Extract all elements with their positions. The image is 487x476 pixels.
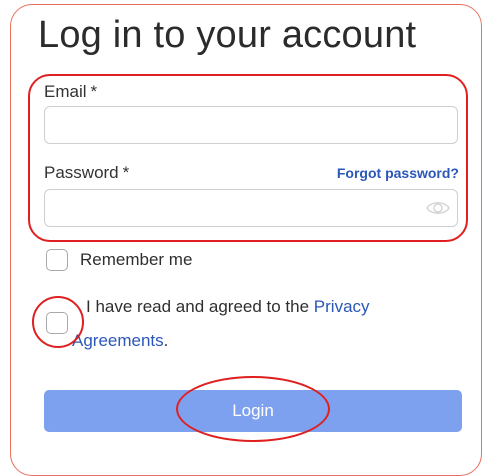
remember-me-checkbox[interactable] (46, 249, 68, 271)
page-title: Log in to your account (38, 14, 417, 56)
privacy-agreements-link-cont[interactable]: Agreements (72, 331, 164, 350)
login-label: Login (232, 401, 274, 420)
agreement-text-line1: I have read and agreed to the Privacy (86, 297, 370, 317)
agreement-text: I have read and agreed to the (86, 297, 314, 316)
remember-me-label: Remember me (80, 250, 193, 269)
agreement-checkbox[interactable] (46, 312, 68, 334)
login-button[interactable]: Login (44, 390, 462, 432)
agreement-text-line2: Agreements. (72, 331, 168, 351)
privacy-agreements-link[interactable]: Privacy (314, 297, 370, 316)
agreement-period: . (163, 331, 169, 350)
annotation-rectangle (28, 74, 468, 242)
